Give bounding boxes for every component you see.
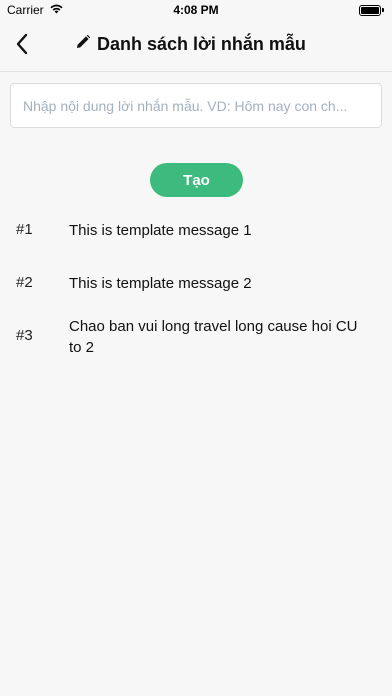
pencil-icon <box>75 34 91 55</box>
message-input[interactable] <box>10 83 382 128</box>
screen: Carrier 4:08 PM Danh sách lời nhắn mẫu N… <box>0 0 392 696</box>
item-text: This is template message 1 <box>69 222 252 239</box>
item-number: #2 <box>16 274 33 291</box>
page-title: Danh sách lời nhắn mẫu <box>97 34 306 54</box>
item-number: #1 <box>16 221 33 238</box>
create-button[interactable]: Tạo <box>150 163 243 197</box>
header: Danh sách lời nhắn mẫu <box>0 20 392 72</box>
battery-icon <box>359 4 384 16</box>
wifi-icon <box>49 3 64 17</box>
chevron-left-icon <box>15 33 29 60</box>
item-text: This is template message 2 <box>69 275 252 292</box>
title-wrap: Danh sách lời nhắn mẫu <box>75 34 306 55</box>
status-bar: Carrier 4:08 PM <box>0 0 392 20</box>
carrier-label: Carrier <box>7 3 44 17</box>
status-left: Carrier <box>7 3 64 17</box>
item-number: #3 <box>16 327 33 344</box>
item-text: Chao ban vui long travel long cause hoi … <box>69 318 358 356</box>
back-button[interactable] <box>10 33 34 59</box>
